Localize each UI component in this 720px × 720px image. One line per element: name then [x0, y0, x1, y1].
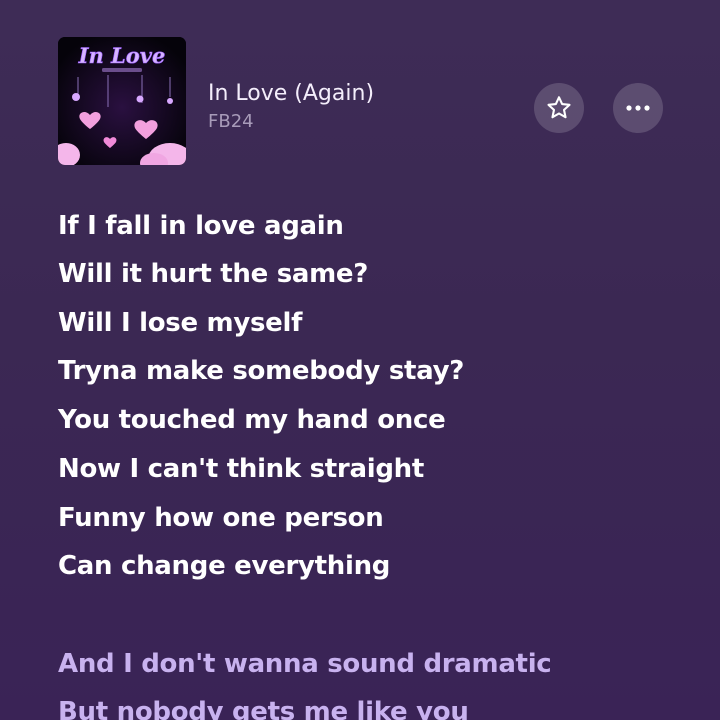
lyrics-view[interactable]: If I fall in love again Will it hurt the…: [58, 0, 698, 720]
lyric-line[interactable]: Will I lose myself: [58, 308, 302, 338]
lyric-line[interactable]: But nobody gets me like you: [58, 697, 469, 720]
lyric-line[interactable]: If I fall in love again: [58, 211, 344, 241]
lyric-line[interactable]: Funny how one person: [58, 503, 384, 533]
lyric-line[interactable]: Tryna make somebody stay?: [58, 356, 464, 386]
lyric-line[interactable]: You touched my hand once: [58, 405, 446, 435]
lyric-line[interactable]: Will it hurt the same?: [58, 259, 368, 289]
lyric-line[interactable]: Now I can't think straight: [58, 454, 424, 484]
lyric-line[interactable]: Can change everything: [58, 551, 390, 581]
lyric-line[interactable]: And I don't wanna sound dramatic: [58, 649, 552, 679]
